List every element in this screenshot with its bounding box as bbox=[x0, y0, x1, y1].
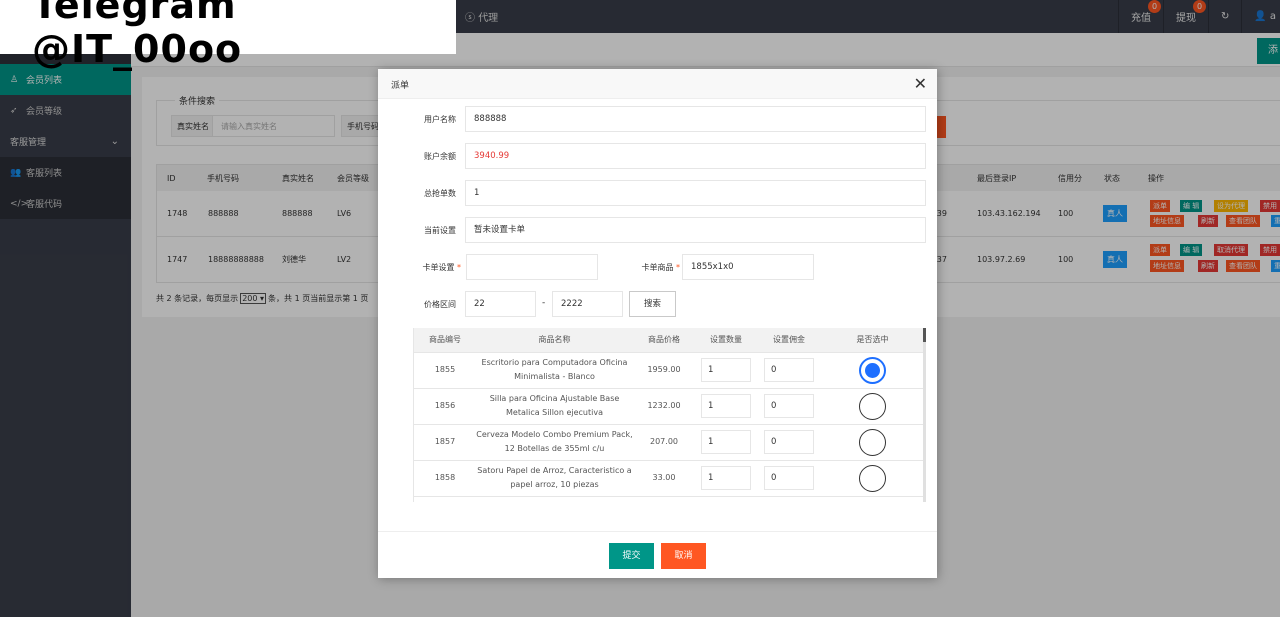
product-id: 1858 bbox=[414, 460, 476, 497]
product-price: 1232.00 bbox=[633, 388, 695, 425]
scrollbar-thumb[interactable] bbox=[923, 328, 926, 342]
col-commission: 设置佣金 bbox=[757, 328, 821, 353]
required-mark: * bbox=[457, 263, 461, 272]
product-row: 1855 Escritorio para Computadora Oficina… bbox=[414, 352, 924, 389]
product-header-row: 商品编号 商品名称 商品价格 设置数量 设置佣金 是否选中 bbox=[414, 328, 924, 353]
current-setting-field[interactable]: 暂未设置卡单 bbox=[465, 217, 926, 243]
commission-input[interactable]: 0 bbox=[764, 430, 814, 454]
product-id: 1855 bbox=[414, 352, 476, 389]
price-max-input[interactable]: 2222 bbox=[552, 291, 623, 317]
submit-button[interactable]: 提交 bbox=[609, 543, 654, 569]
username-label: 用户名称 bbox=[424, 115, 456, 124]
commission-input[interactable]: 0 bbox=[764, 394, 814, 418]
current-label: 当前设置 bbox=[424, 226, 456, 235]
card-goods-label: 卡单商品 * bbox=[598, 262, 680, 273]
grab-label: 总抢单数 bbox=[424, 189, 456, 198]
grab-row: 总抢单数 1 bbox=[378, 180, 937, 206]
qty-input[interactable]: 1 bbox=[701, 466, 751, 490]
select-radio[interactable] bbox=[859, 428, 886, 456]
range-separator: - bbox=[542, 298, 546, 308]
card-label: 卡单设置 * bbox=[378, 262, 461, 273]
card-goods-label-text: 卡单商品 bbox=[641, 263, 674, 272]
product-name: Cerveza Modelo Combo Premium Pack, 12 Bo… bbox=[476, 424, 633, 461]
col-name: 商品名称 bbox=[476, 328, 633, 353]
product-name: Satoru Papel de Arroz, Caracteristico a … bbox=[476, 460, 633, 497]
modal-header: 派单 ✕ bbox=[378, 69, 937, 99]
dispatch-modal: 派单 ✕ 用户名称 888888 账户余额 3940.99 总抢单数 1 当前设… bbox=[378, 69, 937, 578]
username-row: 用户名称 888888 bbox=[378, 106, 937, 132]
card-row: 卡单设置 * 卡单商品 * 1855x1x0 bbox=[378, 254, 937, 280]
commission-input[interactable]: 0 bbox=[764, 358, 814, 382]
product-id: 1856 bbox=[414, 388, 476, 425]
col-price: 商品价格 bbox=[633, 328, 695, 353]
card-setting-input[interactable] bbox=[466, 254, 598, 280]
col-qty: 设置数量 bbox=[695, 328, 757, 353]
product-name: Silla para Oficina Ajustable Base Metali… bbox=[476, 388, 633, 425]
select-radio[interactable] bbox=[859, 464, 886, 492]
product-table-wrap[interactable]: 商品编号 商品名称 商品价格 设置数量 设置佣金 是否选中 1855 Escri… bbox=[413, 328, 926, 502]
product-table: 商品编号 商品名称 商品价格 设置数量 设置佣金 是否选中 1855 Escri… bbox=[414, 328, 924, 497]
watermark-text: Telegram @IT_00oo bbox=[32, 0, 243, 71]
card-goods-input[interactable]: 1855x1x0 bbox=[682, 254, 814, 280]
search-button[interactable]: 搜索 bbox=[629, 291, 676, 317]
table-scrollbar[interactable] bbox=[923, 328, 926, 502]
col-id: 商品编号 bbox=[414, 328, 476, 353]
product-row: 1856 Silla para Oficina Ajustable Base M… bbox=[414, 388, 924, 425]
col-selected: 是否选中 bbox=[821, 328, 924, 353]
modal-footer: 提交 取消 bbox=[378, 531, 937, 578]
close-icon[interactable]: ✕ bbox=[914, 74, 927, 93]
product-id: 1857 bbox=[414, 424, 476, 461]
balance-field[interactable]: 3940.99 bbox=[465, 143, 926, 169]
card-label-text: 卡单设置 bbox=[422, 263, 455, 272]
modal-title: 派单 bbox=[391, 81, 410, 91]
price-min-input[interactable]: 22 bbox=[465, 291, 536, 317]
username-field[interactable]: 888888 bbox=[465, 106, 926, 132]
qty-input[interactable]: 1 bbox=[701, 430, 751, 454]
product-price: 207.00 bbox=[633, 424, 695, 461]
product-price: 1959.00 bbox=[633, 352, 695, 389]
qty-input[interactable]: 1 bbox=[701, 394, 751, 418]
grab-field[interactable]: 1 bbox=[465, 180, 926, 206]
required-mark: * bbox=[676, 263, 680, 272]
select-radio[interactable] bbox=[859, 392, 886, 420]
current-setting-row: 当前设置 暂未设置卡单 bbox=[378, 217, 937, 243]
price-label: 价格区间 bbox=[424, 300, 456, 309]
price-row: 价格区间 22 - 2222 搜索 bbox=[378, 291, 937, 317]
product-row: 1857 Cerveza Modelo Combo Premium Pack, … bbox=[414, 424, 924, 461]
balance-row: 账户余额 3940.99 bbox=[378, 143, 937, 169]
commission-input[interactable]: 0 bbox=[764, 466, 814, 490]
select-radio[interactable] bbox=[859, 356, 886, 384]
balance-label: 账户余额 bbox=[424, 152, 456, 161]
qty-input[interactable]: 1 bbox=[701, 358, 751, 382]
cancel-button[interactable]: 取消 bbox=[661, 543, 706, 569]
product-row: 1858 Satoru Papel de Arroz, Caracteristi… bbox=[414, 460, 924, 497]
watermark-banner: Telegram @IT_00oo bbox=[0, 0, 456, 71]
product-name: Escritorio para Computadora Oficina Mini… bbox=[476, 352, 633, 389]
product-price: 33.00 bbox=[633, 460, 695, 497]
